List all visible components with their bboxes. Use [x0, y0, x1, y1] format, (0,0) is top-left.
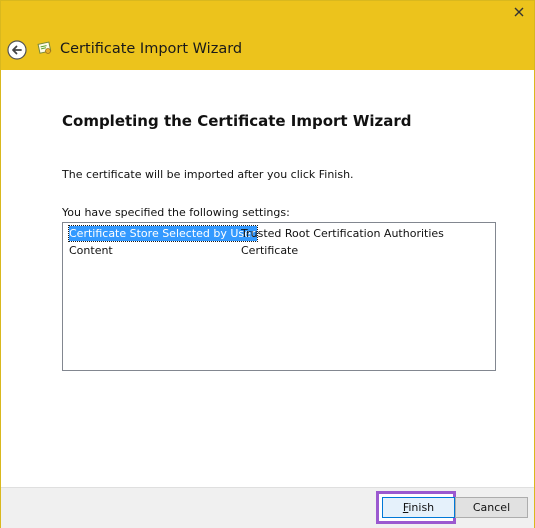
page-heading: Completing the Certificate Import Wizard: [62, 112, 412, 130]
certificate-icon: [37, 40, 53, 56]
finish-button-label: Finish: [402, 501, 435, 514]
cancel-button[interactable]: Cancel: [455, 497, 528, 518]
settings-row[interactable]: Certificate Store Selected by User Trust…: [67, 225, 489, 242]
close-button[interactable]: [503, 1, 534, 22]
button-bar: Finish Cancel: [1, 487, 534, 528]
close-icon[interactable]: [514, 7, 524, 17]
back-button[interactable]: [7, 40, 27, 60]
wizard-content: Completing the Certificate Import Wizard…: [1, 70, 534, 487]
completion-description: The certificate will be imported after y…: [62, 168, 354, 181]
settings-value: Trusted Root Certification Authorities: [241, 227, 444, 240]
wizard-window: Certificate Import Wizard Completing the…: [0, 0, 535, 528]
settings-key[interactable]: Certificate Store Selected by User: [67, 225, 259, 242]
finish-button-highlight: Finish: [376, 491, 456, 524]
title-bar: Certificate Import Wizard: [1, 1, 534, 70]
window-title: Certificate Import Wizard: [60, 41, 243, 57]
settings-label: You have specified the following setting…: [62, 206, 290, 219]
back-arrow-icon[interactable]: [7, 40, 27, 60]
settings-value: Certificate: [241, 244, 299, 257]
settings-row[interactable]: Content Certificate: [69, 243, 489, 259]
finish-button[interactable]: Finish: [382, 497, 455, 518]
settings-list[interactable]: Certificate Store Selected by User Trust…: [62, 222, 496, 371]
cancel-button-label: Cancel: [472, 501, 511, 514]
settings-key[interactable]: Content: [69, 243, 115, 258]
